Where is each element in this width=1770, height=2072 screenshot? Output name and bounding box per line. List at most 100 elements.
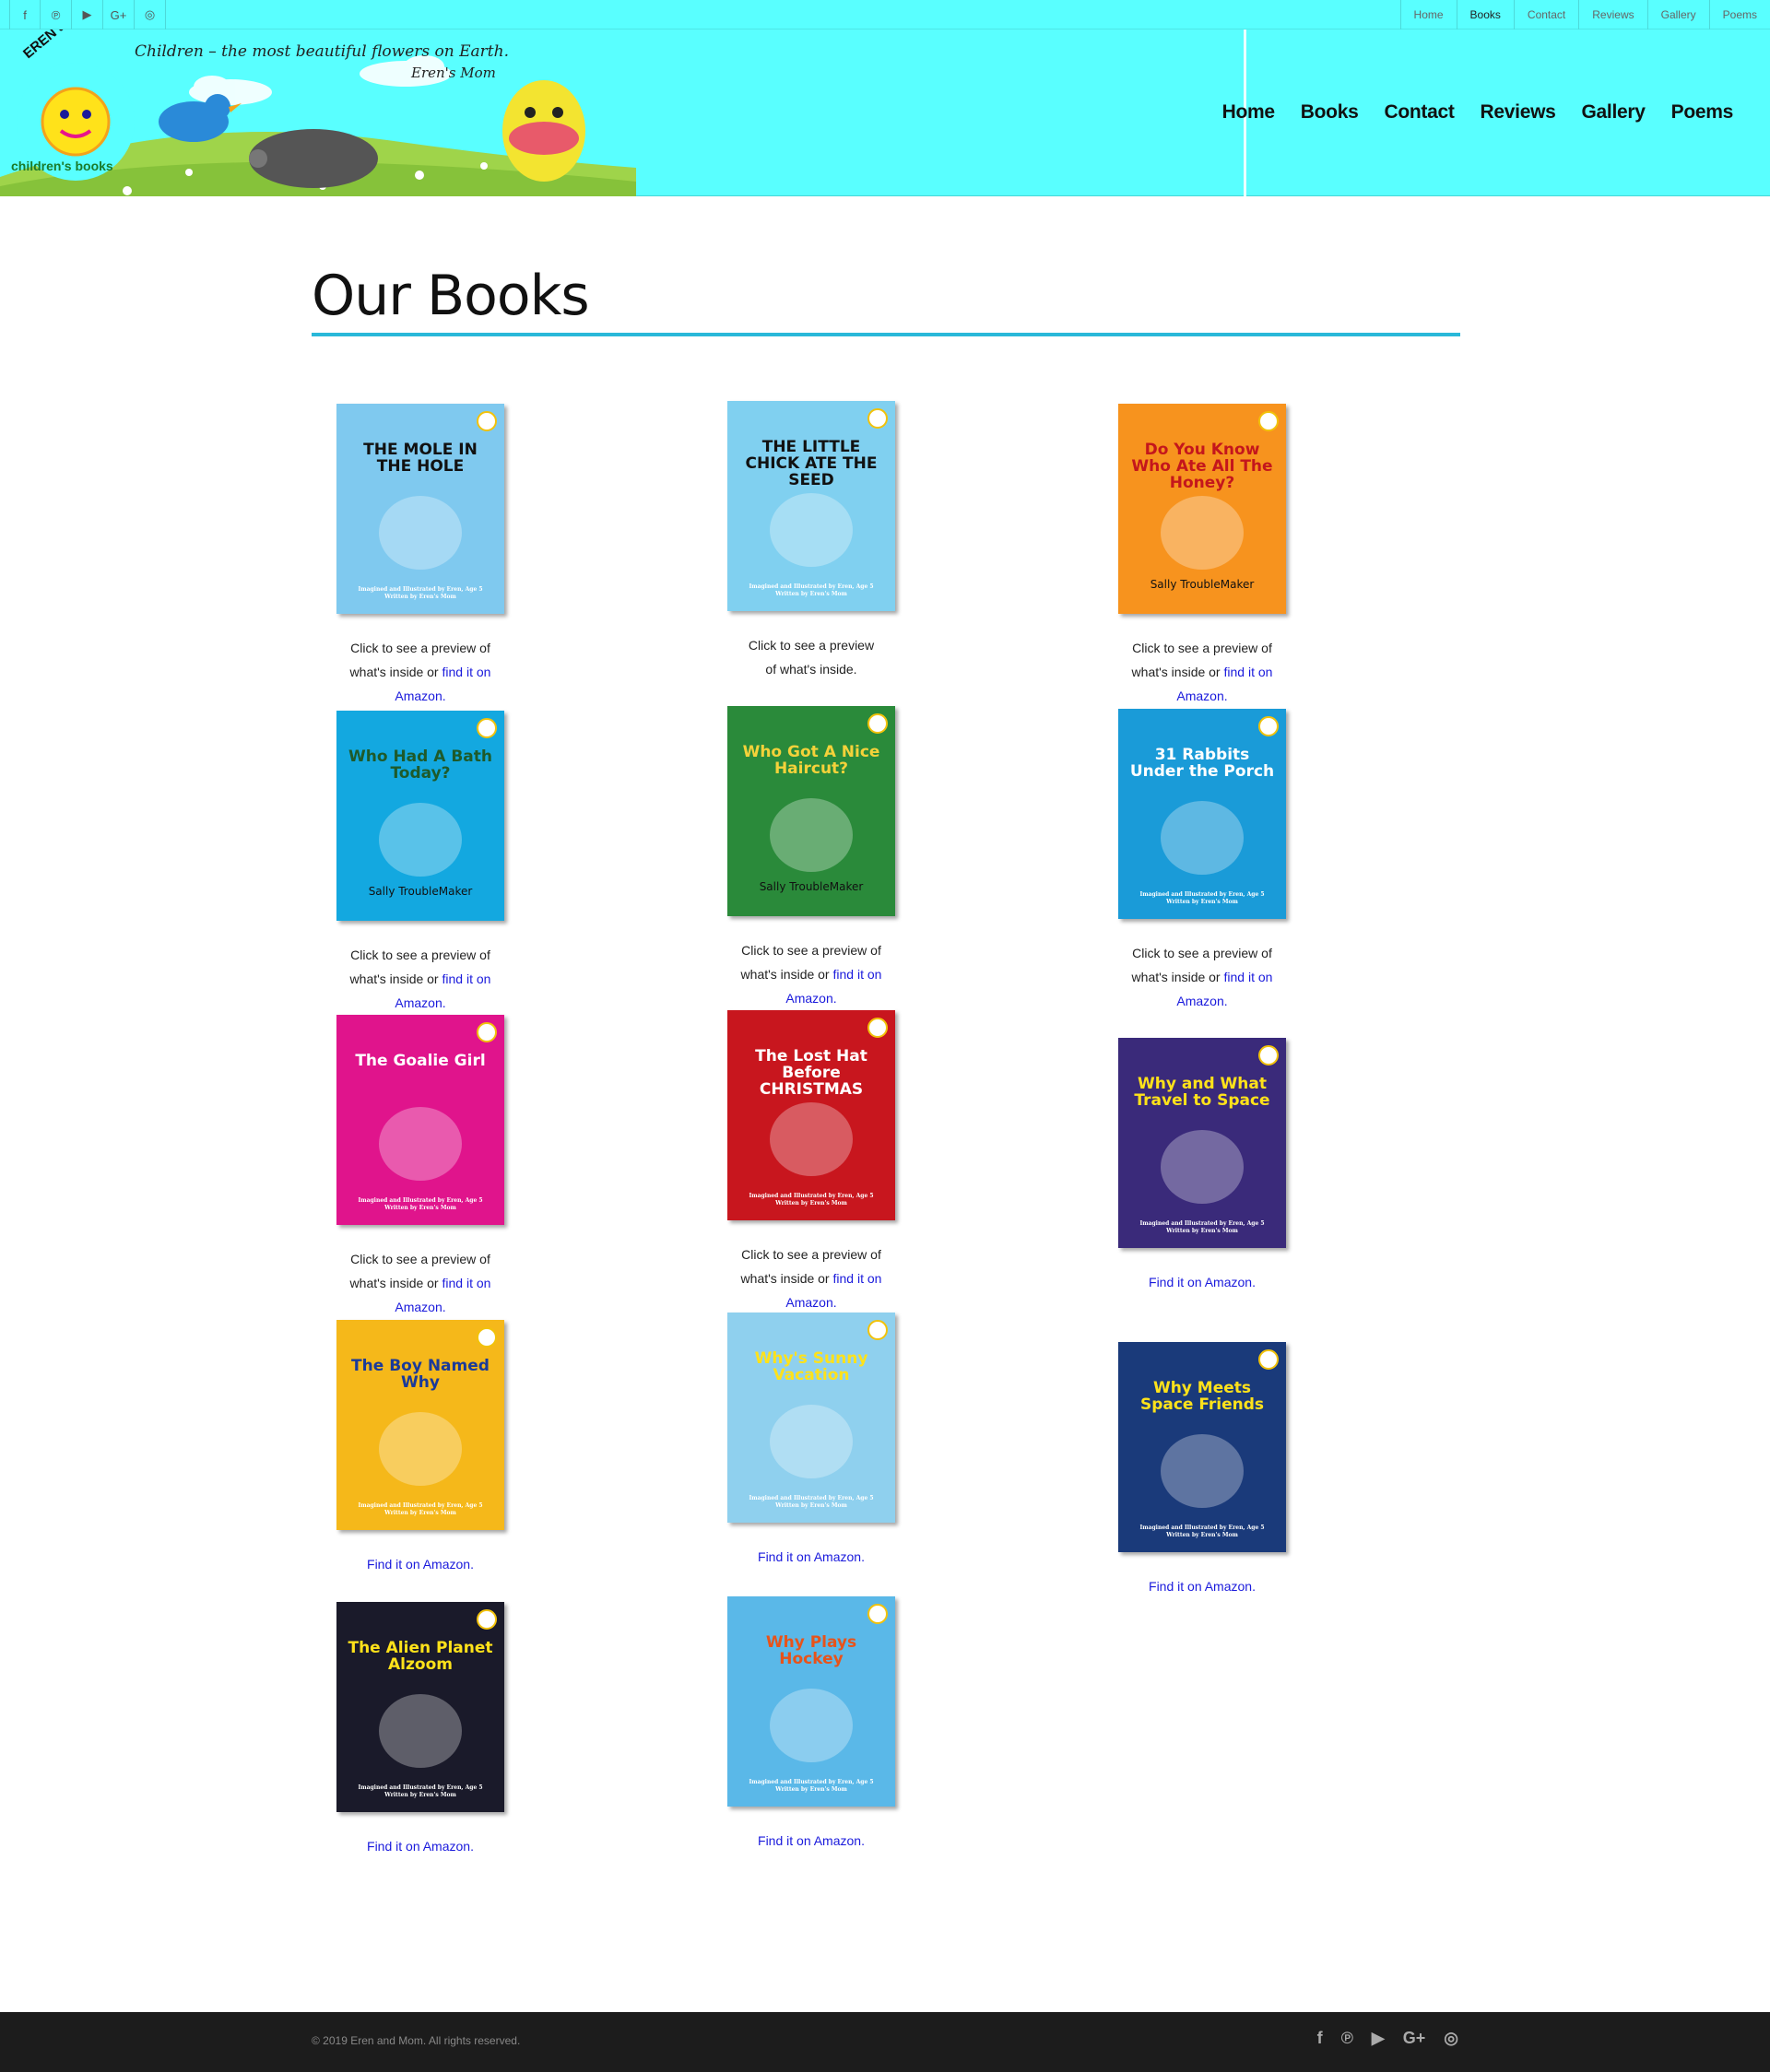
book-cover-title: Who Got A Nice Haircut?: [742, 743, 880, 778]
cover-credit-line: Written by Eren's Mom: [775, 1502, 847, 1509]
facebook-icon[interactable]: f: [1317, 2029, 1323, 2048]
book-cover[interactable]: Who Had A Bath Today? Sally TroubleMaker: [336, 711, 504, 921]
pinterest-icon[interactable]: ℗: [1341, 2029, 1353, 2048]
book-cover-title: Why and What Travel to Space: [1134, 1075, 1270, 1110]
book-caption: Find it on Amazon.: [264, 1834, 577, 1858]
youtube-icon[interactable]: ▶: [72, 0, 103, 29]
book-cover[interactable]: The Lost Hat Before CHRISTMAS Imagined an…: [727, 1010, 895, 1220]
book-cover-illustration: [770, 1689, 853, 1762]
logo-bottom-text: children's books: [11, 159, 113, 173]
site-header: EREN and MOM children's books Children –…: [0, 29, 1770, 196]
book-caption: Click to see a preview of what's inside …: [264, 943, 577, 1015]
eren-and-mom-badge-icon: [867, 1320, 888, 1340]
pinterest-icon[interactable]: ℗: [41, 0, 72, 29]
page-title: Our Books: [312, 264, 590, 328]
book-cover[interactable]: THE MOLE IN THE HOLE Imagined and Illustr…: [336, 404, 504, 614]
youtube-icon[interactable]: ▶: [1372, 2029, 1385, 2048]
top-nav-books[interactable]: Books: [1456, 0, 1514, 29]
book-cover[interactable]: THE LITTLE CHICK ATE THE SEED Imagined an…: [727, 401, 895, 611]
eren-and-mom-badge-icon: [477, 718, 497, 738]
nav-contact[interactable]: Contact: [1384, 101, 1454, 124]
nav-books[interactable]: Books: [1301, 101, 1359, 124]
book-cover[interactable]: Do You Know Who Ate All The Honey? Sally …: [1118, 404, 1286, 614]
book-cover-credits: Imagined and Illustrated by Eren, Age 5W…: [1118, 1525, 1286, 1539]
book-card: Why's Sunny Vacation Imagined and Illustr…: [655, 1313, 968, 1569]
top-nav-home[interactable]: Home: [1399, 0, 1457, 29]
book-caption: Find it on Amazon.: [1045, 1270, 1359, 1294]
amazon-link[interactable]: Find it on Amazon.: [367, 1839, 474, 1854]
nav-poems[interactable]: Poems: [1671, 101, 1734, 124]
top-nav-gallery[interactable]: Gallery: [1646, 0, 1709, 29]
cover-credit-line: Written by Eren's Mom: [384, 1510, 456, 1516]
book-cover-credits: Imagined and Illustrated by Eren, Age 5W…: [727, 583, 895, 598]
book-cover[interactable]: Why and What Travel to Space Imagined and…: [1118, 1038, 1286, 1248]
book-card: THE MOLE IN THE HOLE Imagined and Illustr…: [264, 404, 577, 708]
book-cover-illustration: [1161, 1434, 1244, 1508]
amazon-link[interactable]: Find it on Amazon.: [367, 1557, 474, 1572]
title-underline: [312, 333, 1460, 336]
book-card: The Boy Named Why Imagined and Illustrate…: [264, 1320, 577, 1576]
book-cover-credits: Imagined and Illustrated by Eren, Age 5W…: [336, 1502, 504, 1517]
book-card: THE LITTLE CHICK ATE THE SEED Imagined an…: [655, 401, 968, 681]
eren-and-mom-badge-icon: [477, 1327, 497, 1348]
book-cover[interactable]: Who Got A Nice Haircut? Sally TroubleMake…: [727, 706, 895, 916]
eren-and-mom-badge-icon: [477, 1022, 497, 1042]
main-nav: Home Books Contact Reviews Gallery Poems: [1222, 101, 1734, 124]
nav-reviews[interactable]: Reviews: [1481, 101, 1556, 124]
google-plus-icon[interactable]: G+: [1403, 2029, 1426, 2048]
book-cover-illustration: [1161, 496, 1244, 570]
header-tagline: Children – the most beautiful flowers on…: [135, 42, 509, 61]
book-cover-title: Do You Know Who Ate All The Honey?: [1131, 441, 1273, 492]
book-cover-credits: Imagined and Illustrated by Eren, Age 5W…: [727, 1193, 895, 1207]
book-cover[interactable]: The Goalie Girl Imagined and Illustrated …: [336, 1015, 504, 1225]
top-bar: f ℗ ▶ G+ ◎ Home Books Contact Reviews Ga…: [0, 0, 1770, 29]
amazon-link[interactable]: Find it on Amazon.: [758, 1833, 865, 1848]
book-card: Who Had A Bath Today? Sally TroubleMaker C…: [264, 711, 577, 1015]
nav-home[interactable]: Home: [1222, 101, 1275, 124]
eren-and-mom-badge-icon: [477, 1609, 497, 1630]
book-cover[interactable]: The Alien Planet Alzoom Imagined and Illu…: [336, 1602, 504, 1812]
cover-credit-line: Imagined and Illustrated by Eren, Age 5: [358, 1197, 483, 1204]
book-cover-illustration: [1161, 1130, 1244, 1204]
book-cover[interactable]: The Boy Named Why Imagined and Illustrate…: [336, 1320, 504, 1530]
book-cover[interactable]: Why Meets Space Friends Imagined and Illu…: [1118, 1342, 1286, 1552]
amazon-link[interactable]: Find it on Amazon.: [1149, 1579, 1256, 1594]
eren-and-mom-badge-icon: [1258, 411, 1279, 431]
book-cover-author: Sally TroubleMaker: [759, 880, 864, 893]
book-cover-title: The Alien Planet Alzoom: [348, 1639, 493, 1674]
top-nav-contact[interactable]: Contact: [1513, 0, 1578, 29]
book-cover-title: 31 Rabbits Under the Porch: [1129, 746, 1275, 781]
book-cover-illustration: [379, 803, 462, 877]
book-cover-title: The Lost Hat Before CHRISTMAS: [755, 1047, 867, 1099]
eren-and-mom-badge-icon: [1258, 716, 1279, 736]
cover-credit-line: Written by Eren's Mom: [1166, 1532, 1238, 1538]
book-caption: Find it on Amazon.: [655, 1545, 968, 1569]
amazon-link[interactable]: Find it on Amazon.: [1149, 1275, 1256, 1289]
amazon-link[interactable]: Find it on Amazon.: [758, 1549, 865, 1564]
book-card: Why and What Travel to Space Imagined and…: [1045, 1038, 1359, 1294]
cover-credit-line: Written by Eren's Mom: [1166, 899, 1238, 905]
book-card: Why Meets Space Friends Imagined and Illu…: [1045, 1342, 1359, 1598]
preview-text[interactable]: Click to see a preview of what's inside.: [749, 638, 874, 677]
nav-gallery[interactable]: Gallery: [1582, 101, 1646, 124]
instagram-icon[interactable]: ◎: [1444, 2029, 1458, 2048]
book-cover-credits: Imagined and Illustrated by Eren, Age 5W…: [1118, 1220, 1286, 1235]
book-cover[interactable]: 31 Rabbits Under the Porch Imagined and I…: [1118, 709, 1286, 919]
book-card: Why Plays Hockey Imagined and Illustrated…: [655, 1596, 968, 1853]
header-banner[interactable]: EREN and MOM children's books Children –…: [0, 29, 636, 196]
facebook-icon[interactable]: f: [9, 0, 41, 29]
cover-credit-line: Written by Eren's Mom: [384, 1792, 456, 1798]
book-cover[interactable]: Why Plays Hockey Imagined and Illustrated…: [727, 1596, 895, 1807]
google-plus-icon[interactable]: G+: [103, 0, 135, 29]
cover-credit-line: Written by Eren's Mom: [384, 1205, 456, 1211]
top-nav-reviews[interactable]: Reviews: [1578, 0, 1646, 29]
book-caption: Click to see a preview of what's inside.: [655, 633, 968, 681]
book-caption: Find it on Amazon.: [1045, 1574, 1359, 1598]
book-cover[interactable]: Why's Sunny Vacation Imagined and Illustr…: [727, 1313, 895, 1523]
book-card: The Goalie Girl Imagined and Illustrated …: [264, 1015, 577, 1319]
book-cover-illustration: [770, 1102, 853, 1176]
instagram-icon[interactable]: ◎: [135, 0, 166, 29]
cover-credit-line: Imagined and Illustrated by Eren, Age 5: [749, 1779, 874, 1785]
book-caption: Click to see a preview of what's inside …: [655, 938, 968, 1010]
top-nav-poems[interactable]: Poems: [1708, 0, 1770, 29]
